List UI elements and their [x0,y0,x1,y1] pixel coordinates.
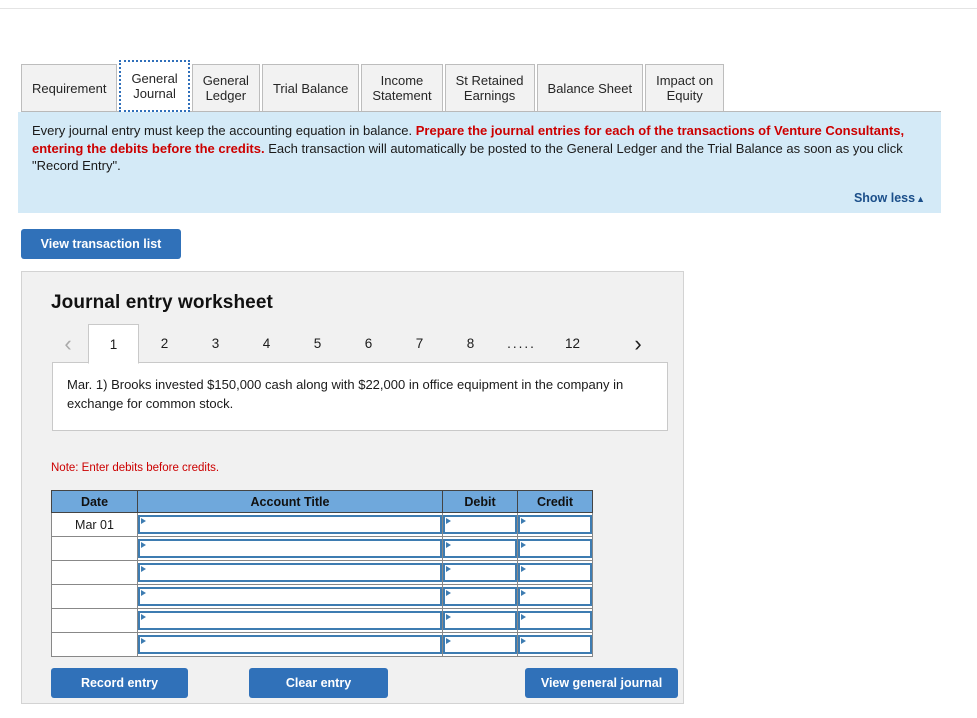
column-header-account-title: Account Title [137,490,443,513]
date-cell [51,560,138,585]
account-title-input[interactable] [138,539,442,558]
table-row [51,560,593,585]
pager-page-8[interactable]: 8 [445,324,496,363]
pager-page-4[interactable]: 4 [241,324,292,363]
debit-input[interactable] [443,635,517,654]
column-header-date: Date [51,490,138,513]
date-cell [51,608,138,633]
instructions-lead: Every journal entry must keep the accoun… [32,123,416,138]
table-row [51,608,593,633]
show-less-toggle[interactable]: Show less▲ [854,191,925,205]
account-title-input[interactable] [138,515,442,534]
tab-general-journal[interactable]: General Journal [119,60,190,112]
account-title-input[interactable] [138,563,442,582]
column-header-debit: Debit [442,490,518,513]
tab-balance-sheet[interactable]: Balance Sheet [536,64,644,111]
date-cell [51,632,138,657]
tab-general-ledger[interactable]: General Ledger [191,64,260,111]
debit-input[interactable] [443,563,517,582]
instructions-banner: Every journal entry must keep the accoun… [18,112,941,213]
journal-entry-table: Date Account Title Debit Credit Mar 01 [51,490,593,657]
tab-st-retained-earnings[interactable]: St Retained Earnings [444,64,535,111]
top-divider [0,8,977,9]
table-row: Mar 01 [51,512,593,537]
pager-page-6[interactable]: 6 [343,324,394,363]
worksheet-actions: Record entry Clear entry View general jo… [51,668,678,699]
table-row [51,536,593,561]
view-general-journal-button[interactable]: View general journal [525,668,678,698]
credit-input[interactable] [518,539,592,558]
debit-input[interactable] [443,515,517,534]
debits-before-credits-note: Note: Enter debits before credits. [51,462,220,474]
record-entry-button[interactable]: Record entry [51,668,188,698]
clear-entry-button[interactable]: Clear entry [249,668,388,698]
column-header-credit: Credit [517,490,593,513]
instructions-text: Every journal entry must keep the accoun… [32,122,927,175]
credit-input[interactable] [518,587,592,606]
transaction-description: Mar. 1) Brooks invested $150,000 cash al… [52,362,668,431]
credit-input[interactable] [518,635,592,654]
date-cell [51,584,138,609]
credit-input[interactable] [518,563,592,582]
tab-trial-balance[interactable]: Trial Balance [261,64,360,111]
show-less-label: Show less [853,191,916,205]
credit-input[interactable] [518,515,592,534]
pager-page-3[interactable]: 3 [190,324,241,363]
panel-title: Journal entry worksheet [51,292,273,313]
account-title-input[interactable] [138,611,442,630]
tab-impact-on-equity[interactable]: Impact on Equity [645,64,725,111]
debit-input[interactable] [443,587,517,606]
view-transaction-list-button[interactable]: View transaction list [21,229,181,259]
pager-ellipsis: ..... [507,336,536,351]
pager-page-5[interactable]: 5 [292,324,343,363]
worksheet-pager: ‹ 1 2 3 4 5 6 7 8 ..... 12 › [48,324,658,364]
pager-prev-icon[interactable]: ‹ [48,324,88,363]
pager-next-icon[interactable]: › [618,324,658,363]
account-title-input[interactable] [138,635,442,654]
caret-up-icon: ▲ [916,194,925,204]
pager-page-7[interactable]: 7 [394,324,445,363]
table-row [51,584,593,609]
date-cell [51,536,138,561]
journal-entry-worksheet-panel: Journal entry worksheet ‹ 1 2 3 4 5 6 7 … [21,271,684,704]
table-row [51,632,593,657]
tab-strip: Requirement General Journal General Ledg… [21,60,941,112]
debit-input[interactable] [443,611,517,630]
pager-page-12[interactable]: 12 [547,324,598,363]
date-cell: Mar 01 [51,512,138,537]
table-header-row: Date Account Title Debit Credit [51,490,593,513]
debit-input[interactable] [443,539,517,558]
credit-input[interactable] [518,611,592,630]
account-title-input[interactable] [138,587,442,606]
tab-income-statement[interactable]: Income Statement [361,64,443,111]
pager-page-1[interactable]: 1 [88,324,139,364]
tab-requirement[interactable]: Requirement [21,64,118,111]
pager-page-2[interactable]: 2 [139,324,190,363]
